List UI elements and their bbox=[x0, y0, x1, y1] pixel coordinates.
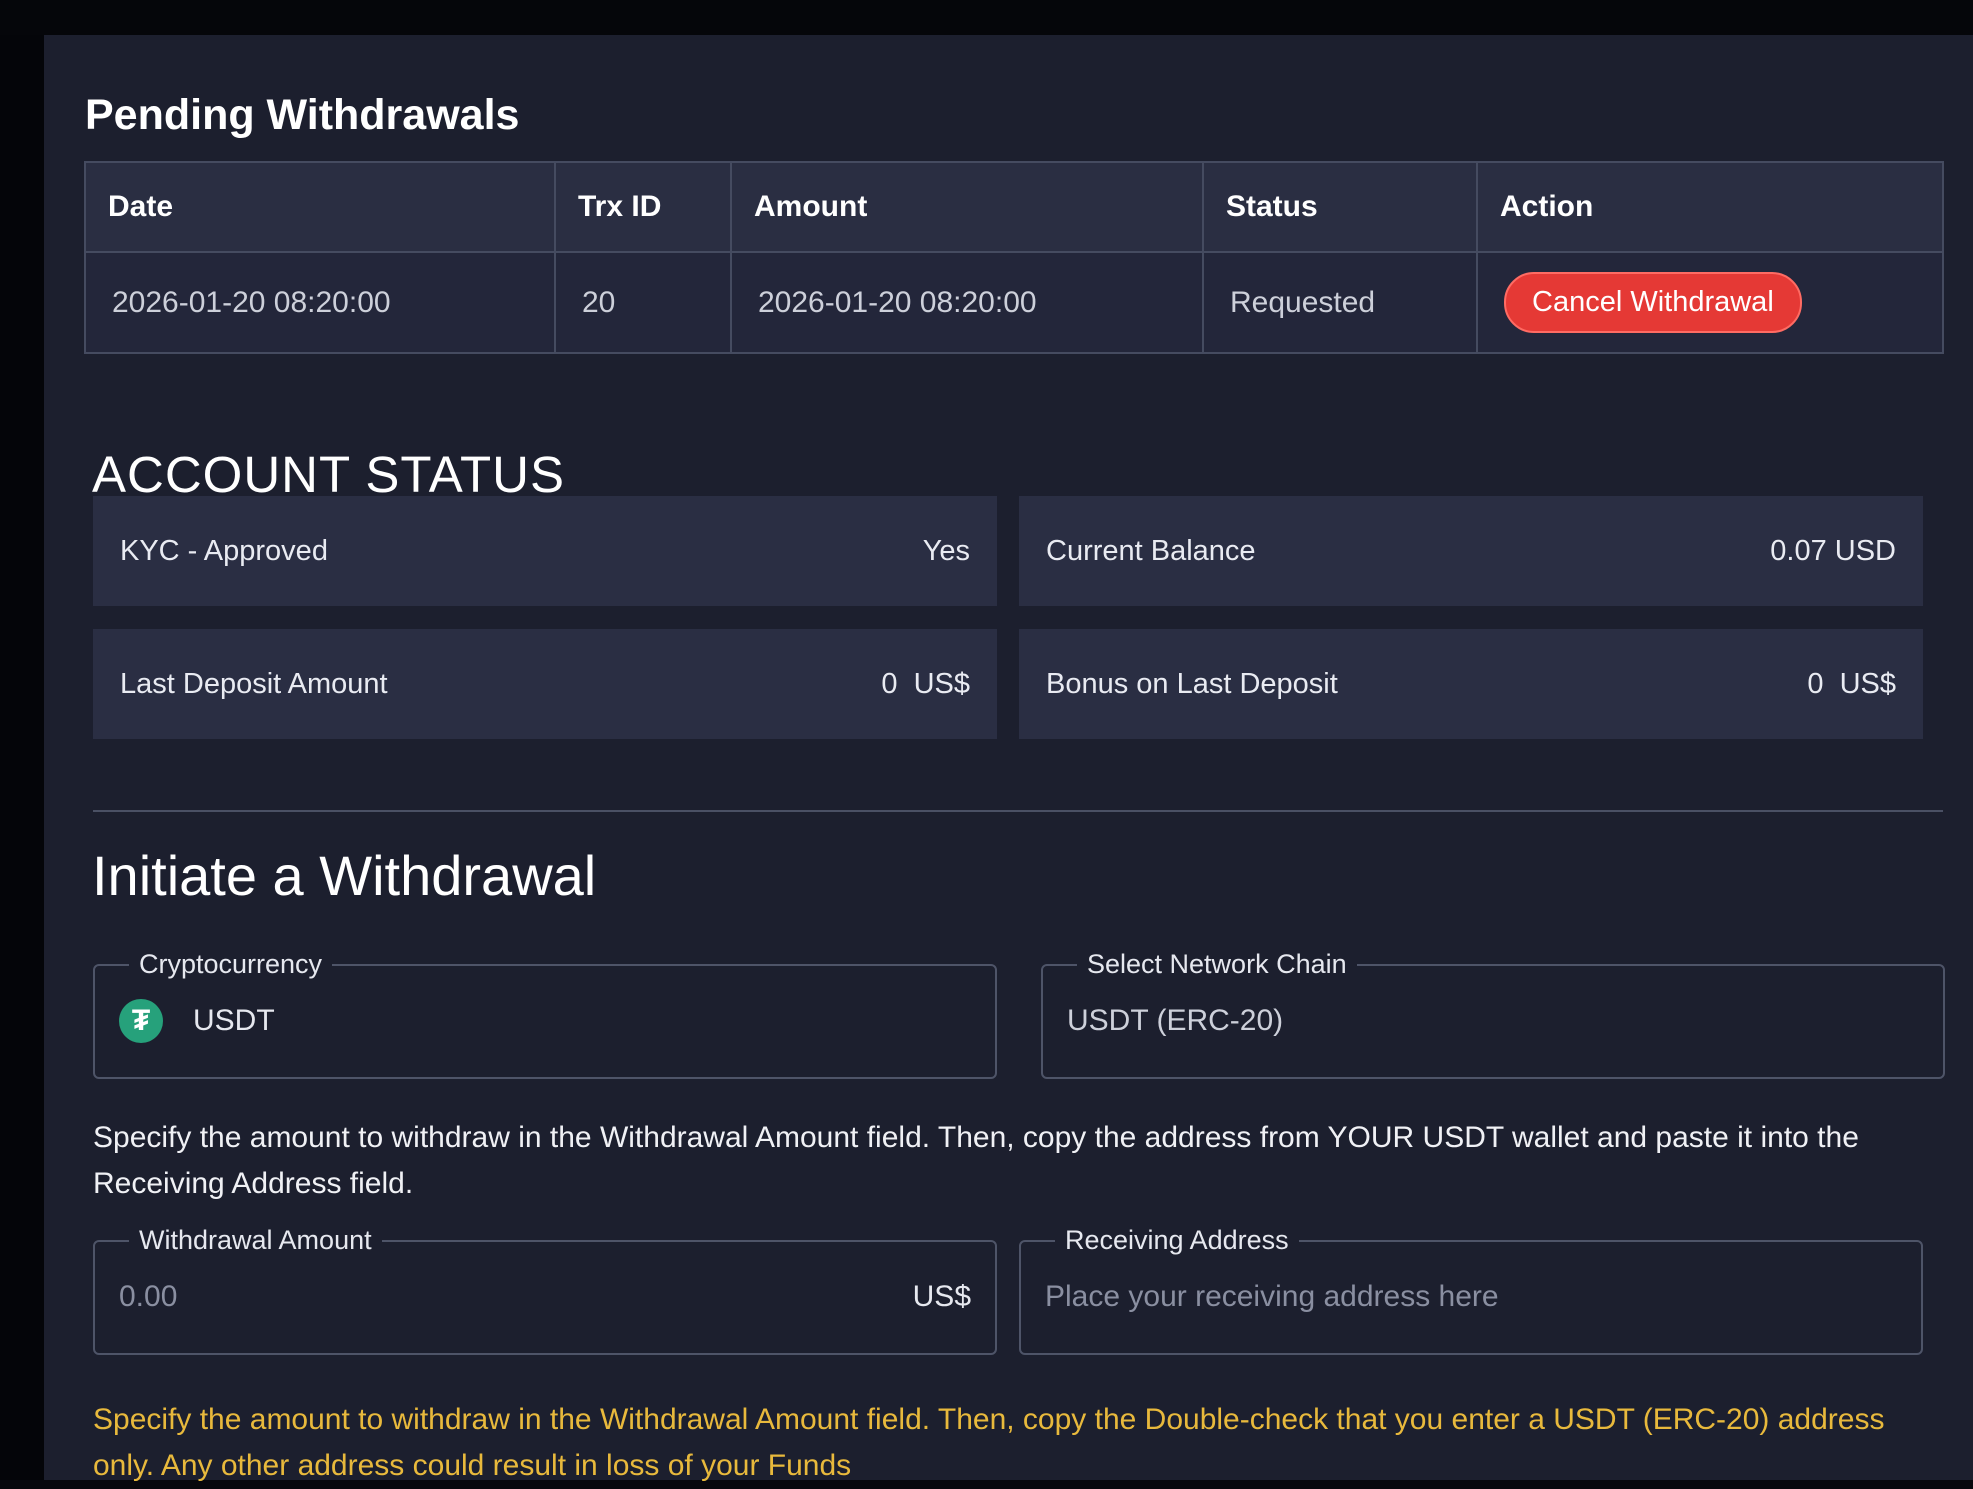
bonus-label: Bonus on Last Deposit bbox=[1046, 667, 1338, 700]
currency-unit-label: US$ bbox=[912, 1280, 971, 1313]
withdrawal-instructions: Specify the amount to withdraw in the Wi… bbox=[93, 1121, 1859, 1200]
top-bar bbox=[0, 0, 1973, 35]
kyc-card: KYC - Approved Yes bbox=[93, 496, 997, 606]
column-header-action: Action bbox=[1476, 161, 1944, 253]
column-header-status: Status bbox=[1202, 161, 1478, 253]
withdrawal-amount-legend: Withdrawal Amount bbox=[139, 1225, 372, 1255]
column-header-date: Date bbox=[84, 161, 556, 253]
balance-card: Current Balance 0.07 USD bbox=[1019, 496, 1923, 606]
withdrawal-amount-input[interactable]: 0.00 bbox=[119, 1280, 177, 1314]
kyc-value: Yes bbox=[922, 534, 970, 567]
column-header-amount: Amount bbox=[730, 161, 1204, 253]
cryptocurrency-value: USDT bbox=[193, 1004, 275, 1037]
receiving-address-field[interactable]: Receiving Address Place your receiving a… bbox=[1019, 1225, 1923, 1355]
network-chain-select[interactable]: Select Network Chain USDT (ERC-20) bbox=[1041, 949, 1945, 1079]
kyc-label: KYC - Approved bbox=[120, 534, 328, 567]
section-divider bbox=[93, 810, 1943, 812]
cell-status: Requested bbox=[1202, 251, 1478, 354]
withdrawal-amount-field[interactable]: Withdrawal Amount 0.00 US$ bbox=[93, 1225, 997, 1355]
column-header-trx-id: Trx ID bbox=[554, 161, 732, 253]
bonus-card: Bonus on Last Deposit 0 US$ bbox=[1019, 629, 1923, 739]
receiving-address-legend: Receiving Address bbox=[1065, 1225, 1289, 1255]
cell-trx-id: 20 bbox=[554, 251, 732, 354]
network-chain-value: USDT (ERC-20) bbox=[1067, 1004, 1284, 1037]
last-deposit-label: Last Deposit Amount bbox=[120, 667, 388, 700]
left-edge-bar bbox=[0, 35, 44, 1480]
bonus-value: 0 US$ bbox=[1807, 667, 1896, 700]
last-deposit-value: 0 US$ bbox=[881, 667, 970, 700]
receiving-address-input[interactable]: Place your receiving address here bbox=[1045, 1280, 1499, 1314]
pending-withdrawals-table: Date Trx ID Amount Status Action 2026-01… bbox=[84, 161, 1944, 354]
cell-amount: 2026-01-20 08:20:00 bbox=[730, 251, 1204, 354]
network-chain-legend: Select Network Chain bbox=[1087, 949, 1347, 979]
cell-action: Cancel Withdrawal bbox=[1476, 251, 1944, 354]
cryptocurrency-legend: Cryptocurrency bbox=[139, 949, 323, 979]
cell-date: 2026-01-20 08:20:00 bbox=[84, 251, 556, 354]
tether-icon: ₮ bbox=[119, 999, 163, 1043]
cryptocurrency-select[interactable]: Cryptocurrency ₮ USDT bbox=[93, 949, 997, 1079]
address-warning: Specify the amount to withdraw in the Wi… bbox=[93, 1403, 1885, 1482]
table-row: 2026-01-20 08:20:00 20 2026-01-20 08:20:… bbox=[84, 251, 1944, 354]
table-header-row: Date Trx ID Amount Status Action bbox=[84, 161, 1944, 253]
pending-withdrawals-title: Pending Withdrawals bbox=[85, 91, 520, 139]
cancel-withdrawal-button[interactable]: Cancel Withdrawal bbox=[1504, 272, 1802, 333]
initiate-withdrawal-title: Initiate a Withdrawal bbox=[92, 844, 597, 907]
balance-value: 0.07 USD bbox=[1770, 534, 1896, 567]
balance-label: Current Balance bbox=[1046, 534, 1256, 567]
withdrawal-panel: Pending Withdrawals Date Trx ID Amount S… bbox=[44, 35, 1973, 1482]
last-deposit-card: Last Deposit Amount 0 US$ bbox=[93, 629, 997, 739]
